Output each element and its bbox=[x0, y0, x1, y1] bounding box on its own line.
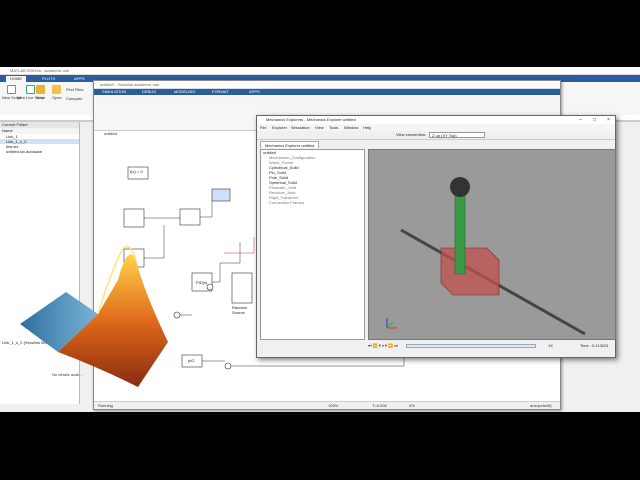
speed-label: 1X bbox=[548, 343, 553, 348]
new-button[interactable]: New bbox=[36, 85, 45, 100]
simulink-statusbar: Running 100% T=0.000 0% auto(ode45) bbox=[94, 401, 560, 409]
close-icon[interactable]: × bbox=[607, 116, 610, 124]
mech-titlebar: Mechanics Explorers - Mechanics Explorer… bbox=[257, 116, 615, 124]
menu-view[interactable]: View bbox=[315, 124, 324, 131]
mech-menubar: File Explorer Simulation View Tools Wind… bbox=[257, 124, 615, 131]
view-convention-label: View convention: bbox=[396, 132, 427, 137]
mechanism-scene bbox=[386, 177, 586, 336]
playback-bar: ⏮ ⏪ ⏴ ⏸ ⏵ ⏩ ⏭ 1X Time : 0.113224 bbox=[368, 342, 616, 350]
3d-viewport[interactable] bbox=[368, 149, 616, 340]
cart-box bbox=[440, 247, 500, 296]
menu-tools[interactable]: Tools bbox=[329, 124, 338, 131]
simulink-ribbon-tabs: SIMULATION DEBUG MODELING FORMAT APPS bbox=[94, 89, 560, 95]
axis-triad bbox=[386, 318, 397, 329]
tab-modeling[interactable]: MODELING bbox=[174, 89, 195, 95]
menu-file[interactable]: File bbox=[260, 124, 266, 131]
mech-doc-tab[interactable]: Mechanics Explorer-untitled bbox=[260, 141, 320, 148]
open-button[interactable]: Open bbox=[52, 85, 62, 100]
time-readout: Time : 0.113224 bbox=[580, 343, 609, 348]
compare-button[interactable]: Compare bbox=[66, 96, 82, 101]
menu-explorer[interactable]: Explorer bbox=[272, 124, 287, 131]
new-icon bbox=[36, 85, 45, 94]
mech-toolbar: View convention: Z up (XY Top) bbox=[257, 131, 615, 140]
transform-block[interactable] bbox=[179, 208, 201, 226]
pendulum-rod bbox=[454, 189, 466, 275]
f-x-label: f(x) = 0 bbox=[130, 169, 143, 174]
matlab-logo bbox=[20, 245, 168, 387]
find-files-button[interactable]: Find Files bbox=[66, 87, 83, 92]
folder-icon bbox=[52, 85, 62, 94]
menu-help[interactable]: Help bbox=[363, 124, 371, 131]
tab-debug[interactable]: DEBUG bbox=[142, 89, 156, 95]
matlab-titlebar: MATLAB R2019a - academic use bbox=[0, 67, 640, 75]
playback-slider[interactable] bbox=[406, 344, 536, 348]
menu-window[interactable]: Window bbox=[344, 124, 358, 131]
view-convention-select[interactable]: Z up (XY Top) bbox=[429, 132, 485, 138]
sum-block[interactable] bbox=[206, 283, 214, 291]
mech-title: Mechanics Explorers - Mechanics Explorer… bbox=[266, 117, 356, 122]
sum-block[interactable] bbox=[224, 362, 232, 370]
pid-label: PID(s) bbox=[196, 280, 208, 285]
maximize-icon[interactable]: □ bbox=[593, 116, 596, 124]
tab-format[interactable]: FORMAT bbox=[212, 89, 229, 95]
mech-tree: untitled Mechanism_Configuration World_F… bbox=[260, 149, 365, 340]
random-source-block[interactable] bbox=[231, 272, 253, 304]
mechanics-explorer-window: Mechanics Explorers - Mechanics Explorer… bbox=[256, 115, 616, 358]
screen-frame: MATLAB R2019a - academic use HOME PLOTS … bbox=[0, 67, 640, 412]
tree-item[interactable]: Connection Frames bbox=[261, 200, 364, 205]
file-item[interactable]: untitled.slx.autosave bbox=[0, 149, 79, 154]
status-zoom: 100% bbox=[328, 403, 339, 408]
tab-apps-sl[interactable]: APPS bbox=[249, 89, 260, 95]
status-state: Running bbox=[98, 403, 113, 408]
solid-block[interactable] bbox=[211, 188, 231, 202]
play-controls-icon[interactable]: ⏮ ⏪ ⏴ ⏸ ⏵ ⏩ ⏭ bbox=[368, 342, 398, 350]
random-source-label: Random Source bbox=[232, 305, 248, 315]
world-frame-block[interactable] bbox=[123, 208, 145, 228]
minimize-icon[interactable]: – bbox=[579, 116, 582, 124]
pi2-label: pi/2 bbox=[188, 358, 195, 363]
status-time: T=0.000 bbox=[372, 403, 387, 408]
new-live-script-icon bbox=[26, 85, 36, 94]
new-script-icon bbox=[7, 85, 17, 94]
simulink-title: untitled* - Simulink academic use bbox=[94, 81, 560, 89]
pendulum-ball bbox=[450, 177, 470, 197]
tab-simulation[interactable]: SIMULATION bbox=[102, 89, 126, 95]
menu-simulation[interactable]: Simulation bbox=[291, 124, 310, 131]
status-solver[interactable]: auto(ode45) bbox=[530, 402, 552, 410]
status-pct: 0% bbox=[409, 403, 415, 408]
breadcrumb[interactable]: untitled bbox=[104, 131, 117, 136]
matlab-title: MATLAB R2019a - academic use bbox=[10, 68, 70, 73]
